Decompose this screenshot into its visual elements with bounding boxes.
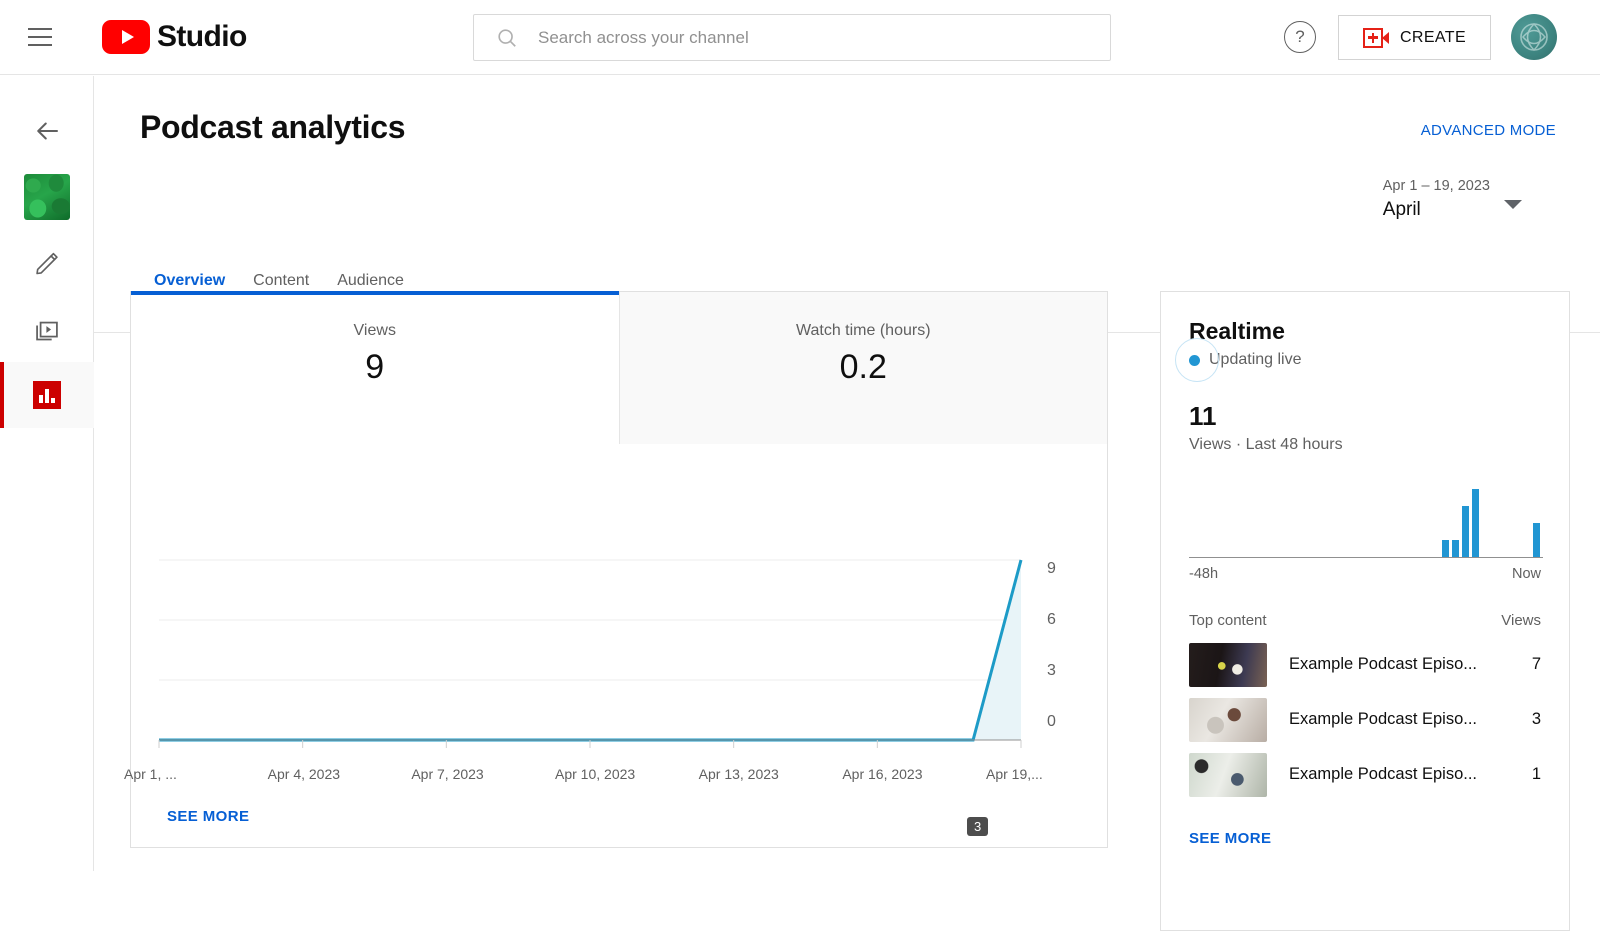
brand-label: Studio <box>157 20 247 53</box>
video-views: 3 <box>1531 710 1541 728</box>
chart-see-more-link[interactable]: SEE MORE <box>167 808 249 825</box>
top-content-header: Top content <box>1189 612 1267 629</box>
metric-value: 0.2 <box>839 348 887 386</box>
metric-tab-views[interactable]: Views 9 <box>131 291 620 444</box>
date-range-sub: Apr 1 – 19, 2023 <box>1382 178 1490 194</box>
video-views: 1 <box>1531 765 1541 783</box>
top-bar: Studio ? CREATE <box>0 0 1600 75</box>
search-icon <box>498 28 516 47</box>
video-thumbnail <box>1189 752 1267 797</box>
chart-x-axis-labels: Apr 1, ... Apr 4, 2023 Apr 7, 2023 Apr 10, … <box>124 751 1109 791</box>
realtime-axis-end: Now <box>1511 566 1541 582</box>
video-library-icon <box>36 321 58 341</box>
realtime-bar <box>1472 489 1480 557</box>
sidebar-item-channel[interactable] <box>0 164 94 230</box>
metric-tab-strip: Views 9 Watch time (hours) 0.2 <box>131 291 1107 444</box>
help-icon[interactable]: ? <box>1284 21 1316 53</box>
live-status-label: Updating live <box>1209 351 1302 368</box>
avatar[interactable] <box>1511 14 1557 60</box>
realtime-subtitle: Views · Last 48 hours <box>1189 436 1343 453</box>
sidebar-item-content[interactable] <box>0 296 94 362</box>
chevron-down-icon[interactable] <box>1504 200 1522 209</box>
chart-gridlines <box>159 559 1021 741</box>
realtime-baseline <box>1189 557 1543 558</box>
arrow-left-icon <box>37 122 58 140</box>
video-thumbnail <box>1189 642 1267 687</box>
realtime-bar <box>1462 506 1470 557</box>
video-thumbnail <box>1189 697 1267 742</box>
studio-logo[interactable]: Studio <box>102 20 247 54</box>
date-range-main: April <box>1382 199 1421 220</box>
video-title: Example Podcast Episo... <box>1289 710 1478 728</box>
realtime-sparkline[interactable] <box>1189 476 1543 558</box>
avatar-glyph <box>1520 22 1548 52</box>
date-range-selector[interactable]: Apr 1 – 19, 2023 April <box>1383 176 1490 224</box>
realtime-axis-labels: -48h Now <box>1189 566 1541 582</box>
chart-x-tick-label: Apr 13, 2023 <box>698 766 779 782</box>
sidebar-item-analytics[interactable] <box>0 362 94 428</box>
advanced-mode-link[interactable]: ADVANCED MODE <box>1421 122 1556 139</box>
left-rail <box>0 76 94 871</box>
realtime-title: Realtime <box>1189 318 1285 344</box>
youtube-play-icon <box>102 20 150 54</box>
chart-x-tick-label: Apr 16, 2023 <box>842 766 923 782</box>
realtime-see-more-link[interactable]: SEE MORE <box>1189 830 1541 847</box>
views-column-header: Views <box>1501 612 1541 629</box>
realtime-bars <box>1189 477 1543 557</box>
list-item[interactable]: Example Podcast Episo... 1 <box>1189 747 1541 802</box>
hamburger-icon[interactable] <box>28 28 52 46</box>
realtime-count: 11 <box>1189 401 1217 431</box>
views-line-chart[interactable]: 9 6 3 0 Apr 1, ... Apr 4, 2023 Apr 7, 2023… <box>124 444 1109 849</box>
channel-thumbnail-icon <box>24 174 70 220</box>
chart-x-tick-label: Apr 10, 2023 <box>555 766 636 782</box>
search-bar[interactable] <box>473 14 1111 61</box>
realtime-bar <box>1451 540 1459 557</box>
page-title: Podcast analytics <box>140 109 406 145</box>
overview-chart-card: Views 9 Watch time (hours) 0.2 9 6 3 0 A… <box>124 291 1109 849</box>
realtime-bar <box>1532 523 1540 557</box>
realtime-bar <box>1441 540 1449 557</box>
video-title: Example Podcast Episo... <box>1289 655 1478 673</box>
analytics-bars-icon <box>33 381 61 409</box>
chart-x-tick-label: Apr 4, 2023 <box>267 766 341 782</box>
video-title: Example Podcast Episo... <box>1289 765 1478 783</box>
chart-x-tick-label: Apr 19,... <box>986 766 1043 782</box>
realtime-card: Realtime Updating live 11 Views · Last 4… <box>1160 291 1570 931</box>
realtime-live-status: Updating live <box>1175 338 1541 382</box>
metric-label: Views <box>353 322 396 339</box>
metric-label: Watch time (hours) <box>795 322 931 339</box>
search-input[interactable] <box>538 27 1058 48</box>
create-button-label: CREATE <box>1399 28 1467 46</box>
chart-x-tick-label: Apr 7, 2023 <box>411 766 484 782</box>
chart-x-tick-label: Apr 1, ... <box>124 766 177 782</box>
pencil-icon <box>36 252 58 275</box>
create-video-icon <box>1362 27 1389 48</box>
list-item[interactable]: Example Podcast Episo... 7 <box>1189 637 1541 692</box>
pulse-ring-icon <box>1175 338 1219 382</box>
create-button[interactable]: CREATE <box>1338 15 1491 60</box>
video-views: 7 <box>1531 655 1541 673</box>
metric-value: 9 <box>365 348 385 386</box>
sidebar-item-back[interactable] <box>0 98 94 164</box>
sidebar-item-edit[interactable] <box>0 230 94 296</box>
chart-line <box>159 559 1023 742</box>
chart-point-badge: 3 <box>967 817 989 836</box>
metric-tab-watch-time[interactable]: Watch time (hours) 0.2 <box>619 292 1107 444</box>
help-label: ? <box>1295 27 1305 46</box>
main-content: Podcast analytics ADVANCED MODE Apr 1 – … <box>94 76 1600 931</box>
chart-area-fill <box>159 560 1021 740</box>
list-item[interactable]: Example Podcast Episo... 3 <box>1189 692 1541 747</box>
top-content-header-row: Top content Views <box>1189 612 1541 637</box>
realtime-axis-start: -48h <box>1189 566 1219 582</box>
